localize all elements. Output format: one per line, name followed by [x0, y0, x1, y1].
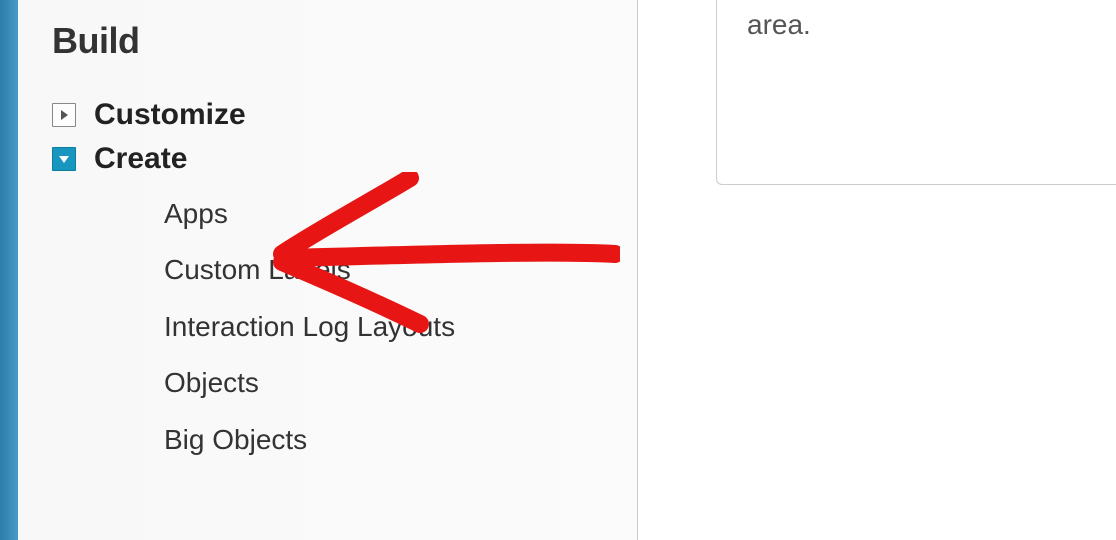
sidebar-item-objects[interactable]: Objects: [164, 355, 607, 411]
card-text: area.: [747, 5, 1105, 44]
main-panel: area.: [716, 0, 1116, 540]
sidebar-item-big-objects[interactable]: Big Objects: [164, 412, 607, 468]
tree-label-create: Create: [94, 142, 187, 176]
sidebar-item-custom-labels[interactable]: Custom Labels: [164, 242, 607, 298]
section-title-build: Build: [52, 20, 607, 62]
sidebar-item-interaction-log-layouts[interactable]: Interaction Log Layouts: [164, 299, 607, 355]
tree-item-customize[interactable]: Customize: [52, 98, 607, 132]
sidebar-item-apps[interactable]: Apps: [164, 186, 607, 242]
setup-sidebar: Build Customize Create Apps Custom Label…: [18, 0, 638, 540]
tree-label-customize: Customize: [94, 98, 246, 132]
left-rail: [0, 0, 18, 540]
tree-item-create[interactable]: Create: [52, 142, 607, 176]
arrow-right-icon: [52, 103, 76, 127]
arrow-down-icon: [52, 147, 76, 171]
create-subtree: Apps Custom Labels Interaction Log Layou…: [52, 186, 607, 468]
info-card: area.: [716, 0, 1116, 185]
